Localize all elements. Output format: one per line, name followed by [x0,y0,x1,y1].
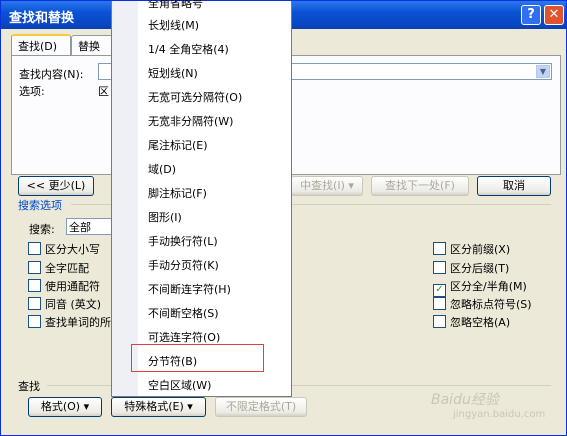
search-options-title: 搜索选项 [18,199,62,212]
no-formatting-button[interactable]: 不限定格式(T) [215,397,307,417]
find-next-button[interactable]: 查找下一处(F) [371,176,469,196]
format-button[interactable]: 格式(O) ▾ [28,397,102,417]
checkbox-match-case[interactable]: 区分大小写 [28,241,100,257]
checkbox-box[interactable] [28,261,41,274]
menu-item-optional-hyphen[interactable]: 可选连字符(O) [148,329,220,345]
menu-gutter [112,1,138,396]
checkbox-label: 查找单词的所 [45,316,111,329]
menu-item-em-dash[interactable]: 长划线(M) [148,17,199,33]
menu-item-optional-break[interactable]: 无宽可选分隔符(O) [148,89,242,105]
dialog-title: 查找和替换 [9,11,75,26]
checkbox-box[interactable] [433,242,446,255]
checkbox-label: 区分前缀(X) [450,243,511,256]
watermark: Baidu经验 [431,392,499,408]
checkbox-match-width[interactable]: ✓ 区分全/半角(M) [433,278,527,297]
special-button[interactable]: 特殊格式(E) ▾ [111,397,206,417]
tab-find[interactable]: 查找(D) [11,34,71,56]
less-button[interactable]: << 更少(L) [18,176,94,196]
checkbox-box[interactable] [433,315,446,328]
search-label: 搜索: [29,223,55,236]
checkbox-label: 同音 (英文) [45,298,102,311]
chevron-down-icon[interactable]: ▼ [536,65,550,78]
checkbox-box[interactable] [28,242,41,255]
menu-item-ellipsis[interactable]: 全角省略号 [148,0,203,11]
checkbox-match-suffix[interactable]: 区分后缀(T) [433,260,509,276]
find-in-label: 中查找(I) [300,179,345,192]
checkbox-ignore-space[interactable]: 忽略空格(A) [433,314,510,330]
checkbox-label: 区分全/半角(M) [450,280,527,293]
menu-item-section-break[interactable]: 分节符(B) [148,353,197,369]
checkbox-label: 区分后缀(T) [450,262,510,275]
close-button[interactable]: ✕ [544,5,564,25]
checkbox-wildcards[interactable]: 使用通配符 [28,278,100,294]
options-value: 区 [98,85,109,98]
checkbox-word-forms[interactable]: 查找单词的所 [28,314,111,330]
checkbox-box[interactable] [433,261,446,274]
menu-item-field[interactable]: 域(D) [148,161,176,177]
help-button[interactable]: ? [521,5,541,25]
checkbox-label: 忽略标点符号(S) [450,298,532,311]
checkbox-box[interactable] [28,279,41,292]
find-replace-dialog: 查找和替换 ? ✕ 查找(D) 替换(P) 查找内容(N): ▼ 选项: 区 <… [0,0,567,436]
menu-item-quarter-space[interactable]: 1/4 全角空格(4) [148,41,229,57]
special-format-menu: 全角省略号 长划线(M) 1/4 全角空格(4) 短划线(N) 无宽可选分隔符(… [111,0,292,397]
find-what-label: 查找内容(N): [19,68,84,81]
menu-item-graphic[interactable]: 图形(I) [148,209,182,225]
menu-item-page-break[interactable]: 手动分页符(K) [148,257,219,273]
find-in-button[interactable]: 中查找(I) ▾ [291,176,363,196]
tab-replace[interactable]: 替换(P) [71,35,116,67]
checkbox-whole-word[interactable]: 全字匹配 [28,260,89,276]
checkbox-label: 区分大小写 [45,243,100,256]
search-scope-value: 全部 [69,221,91,234]
checkbox-sounds-like[interactable]: 同音 (英文) [28,296,101,312]
menu-item-endnote[interactable]: 尾注标记(E) [148,137,208,153]
menu-item-no-width-break[interactable]: 无宽非分隔符(W) [148,113,233,129]
menu-item-line-break[interactable]: 手动换行符(L) [148,233,218,249]
checkbox-box[interactable] [28,315,41,328]
watermark-url: jingyan.baidu.com [453,409,546,420]
menu-item-nonbreaking-space[interactable]: 不间断空格(S) [148,305,219,321]
checkbox-label: 全字匹配 [45,262,89,275]
checkbox-box[interactable] [433,297,446,310]
menu-item-en-dash[interactable]: 短划线(N) [148,65,198,81]
options-label: 选项: [19,85,45,98]
checkbox-ignore-punct[interactable]: 忽略标点符号(S) [433,296,532,312]
menu-item-nonbreaking-hyphen[interactable]: 不间断连字符(H) [148,281,231,297]
menu-item-white-space[interactable]: 空白区域(W) [148,377,211,393]
checkbox-label: 使用通配符 [45,280,100,293]
checkbox-label: 忽略空格(A) [450,316,511,329]
format-label: 格式(O) [40,400,81,413]
checkbox-match-prefix[interactable]: 区分前缀(X) [433,241,510,257]
cancel-button[interactable]: 取消 [477,176,551,196]
checkbox-box[interactable] [28,297,41,310]
find-section-title: 查找 [18,380,40,393]
menu-item-footnote[interactable]: 脚注标记(F) [148,185,207,201]
special-label: 特殊格式(E) [124,400,184,413]
